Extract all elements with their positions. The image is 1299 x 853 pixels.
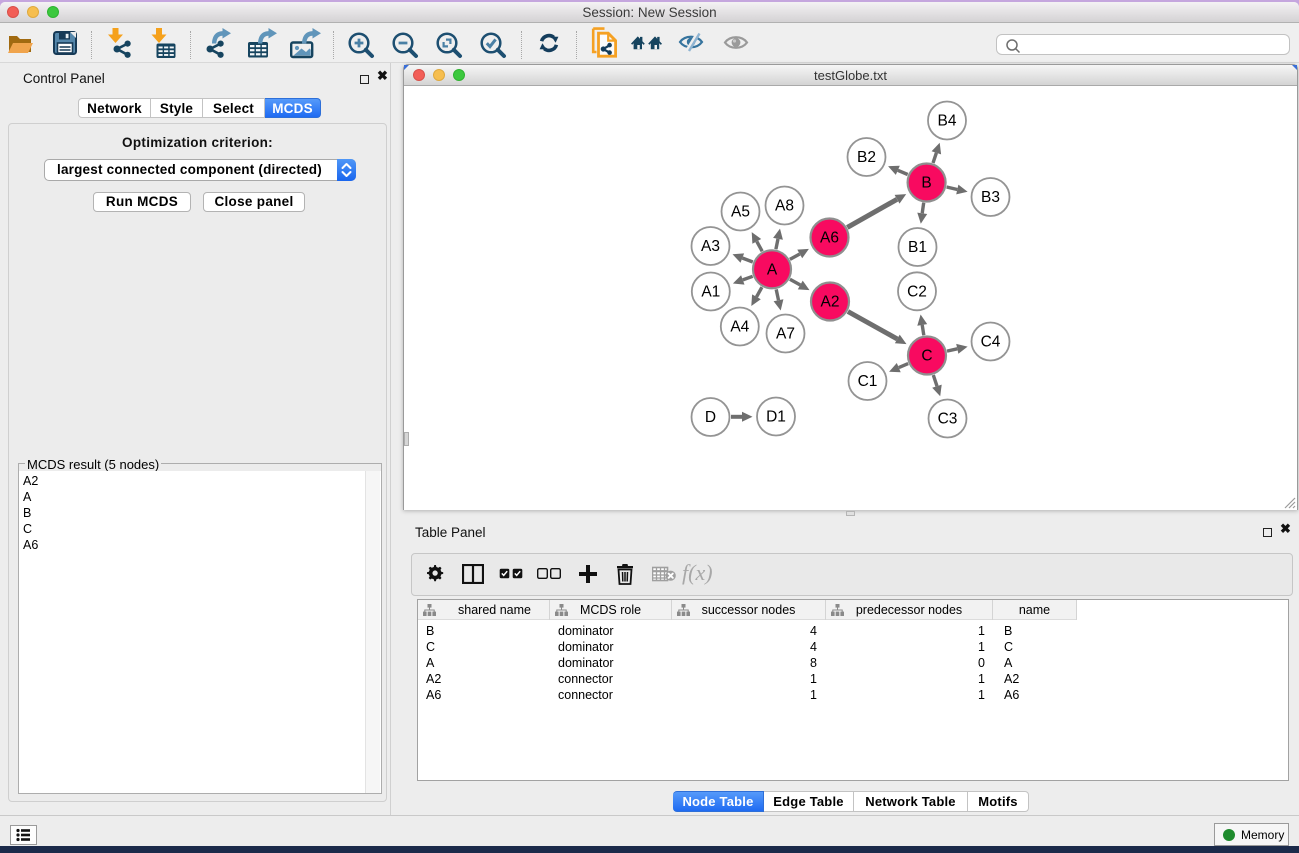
svg-text:f(x): f(x) <box>682 561 713 585</box>
svg-text:D1: D1 <box>766 409 786 426</box>
svg-text:C3: C3 <box>938 411 958 428</box>
svg-text:A7: A7 <box>776 326 795 343</box>
svg-text:C1: C1 <box>858 373 878 390</box>
svg-text:A6: A6 <box>820 230 839 247</box>
svg-text:B: B <box>921 175 931 192</box>
svg-text:C: C <box>921 348 932 365</box>
svg-text:C4: C4 <box>981 334 1001 351</box>
svg-text:A1: A1 <box>701 284 720 301</box>
svg-text:A: A <box>767 261 778 278</box>
svg-text:B3: B3 <box>981 189 1000 206</box>
svg-text:A4: A4 <box>730 319 749 336</box>
svg-text:A3: A3 <box>701 238 720 255</box>
svg-text:C2: C2 <box>907 283 927 300</box>
svg-text:D: D <box>705 409 716 426</box>
svg-text:A8: A8 <box>775 198 794 215</box>
svg-text:A5: A5 <box>731 204 750 221</box>
svg-text:B4: B4 <box>938 113 957 130</box>
svg-text:B2: B2 <box>857 149 876 166</box>
svg-text:B1: B1 <box>908 239 927 256</box>
svg-text:A2: A2 <box>821 294 840 311</box>
